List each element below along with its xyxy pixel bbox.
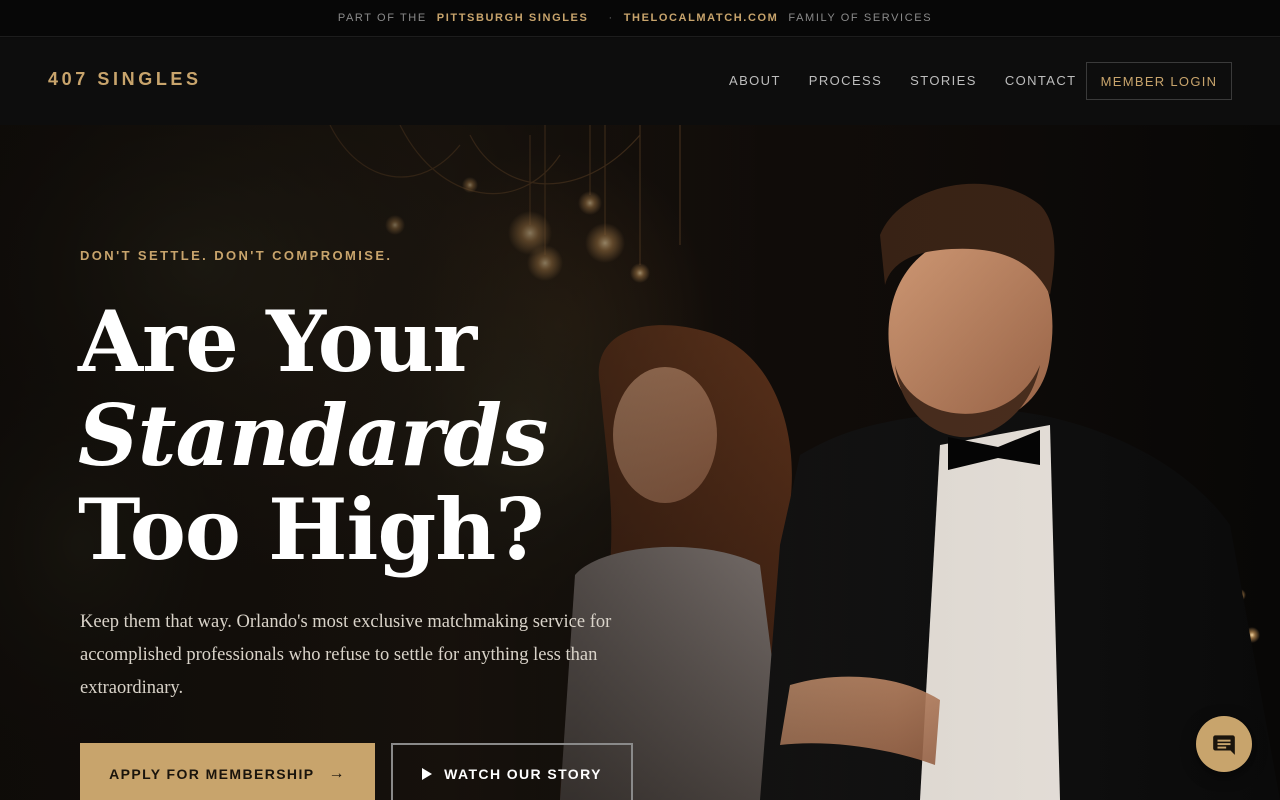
site-logo[interactable]: 407 SINGLES [48, 69, 202, 90]
banner-suffix: FAMILY OF SERVICES [788, 12, 933, 24]
apply-button-label: APPLY FOR MEMBERSHIP [109, 766, 315, 782]
headline-line-3: Too High? [78, 480, 544, 579]
chat-launcher-button[interactable] [1196, 716, 1252, 772]
watch-story-button[interactable]: WATCH OUR STORY [391, 743, 633, 800]
member-login-button[interactable]: MEMBER LOGIN [1086, 62, 1232, 100]
hero-section: DON'T SETTLE. DON'T COMPROMISE. Are Your… [0, 125, 1280, 800]
arrow-right-icon: → [328, 765, 346, 782]
nav-about[interactable]: ABOUT [729, 73, 781, 88]
play-icon [422, 768, 433, 780]
headline-line-1: Are Your [78, 292, 477, 391]
chat-bubble-icon [1213, 735, 1235, 755]
main-nav: ABOUT PROCESS STORIES CONTACT [729, 73, 1104, 88]
nav-process[interactable]: PROCESS [809, 73, 882, 88]
nav-contact[interactable]: CONTACT [1005, 73, 1077, 88]
nav-stories[interactable]: STORIES [910, 73, 977, 88]
hero-eyebrow: DON'T SETTLE. DON'T COMPROMISE. [80, 248, 393, 263]
apply-membership-button[interactable]: APPLY FOR MEMBERSHIP → [80, 743, 375, 800]
site-header: 407 SINGLES ABOUT PROCESS STORIES CONTAC… [0, 38, 1280, 125]
family-banner: PART OF THE PITTSBURGH SINGLES · THELOCA… [0, 0, 1280, 37]
headline-emphasis: Standards [78, 386, 548, 485]
banner-separator: · [608, 12, 614, 24]
banner-site-link[interactable]: THELOCALMATCH.COM [624, 12, 779, 24]
watch-button-label: WATCH OUR STORY [444, 766, 602, 782]
banner-prefix: PART OF THE [337, 12, 427, 24]
banner-brand-link[interactable]: PITTSBURGH SINGLES [437, 12, 589, 24]
hero-description: Keep them that way. Orlando's most exclu… [80, 612, 612, 698]
hero-headline: Are Your Standards Too High? [78, 295, 698, 577]
